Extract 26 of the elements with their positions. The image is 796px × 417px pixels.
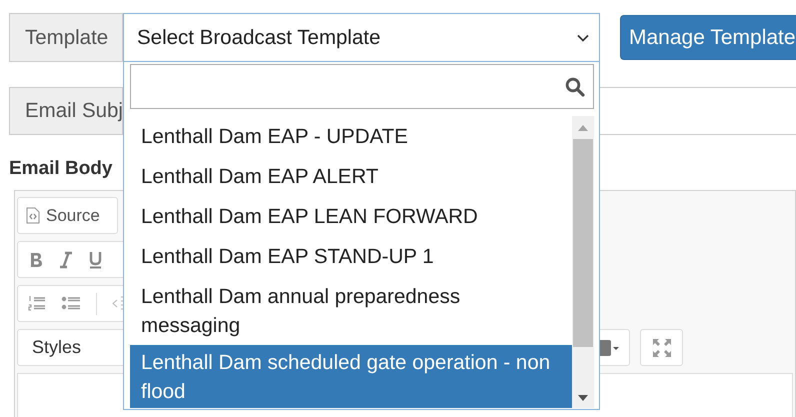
- bold-icon[interactable]: [28, 250, 44, 268]
- source-code-icon: [26, 207, 40, 224]
- search-icon: [565, 76, 585, 96]
- italic-icon[interactable]: [59, 250, 73, 268]
- search-field[interactable]: [130, 64, 594, 109]
- template-select[interactable]: Select Broadcast Template: [123, 13, 600, 62]
- manage-templates-button[interactable]: Manage Template: [620, 15, 796, 60]
- template-option[interactable]: Lenthall Dam scheduled gate operation - non flood: [130, 345, 572, 408]
- scroll-up-icon[interactable]: [578, 125, 588, 131]
- maximize-button[interactable]: [640, 329, 683, 366]
- template-option[interactable]: Lenthall Dam EAP STAND-UP 1: [130, 236, 572, 276]
- numbered-list-icon[interactable]: [28, 295, 46, 312]
- maximize-icon: [652, 338, 672, 358]
- template-option[interactable]: Lenthall Dam EAP LEAN FORWARD: [130, 196, 572, 236]
- scroll-down-icon[interactable]: [578, 395, 588, 401]
- bullet-list-icon[interactable]: [61, 295, 81, 312]
- field-label: Email Subj: [9, 87, 123, 135]
- underline-icon[interactable]: [88, 250, 103, 268]
- field-label: Email Body: [9, 158, 112, 180]
- template-option[interactable]: Lenthall Dam annual preparedness messaging: [130, 276, 572, 345]
- source-button[interactable]: Source: [17, 197, 118, 234]
- template-option[interactable]: Lenthall Dam EAP - UPDATE: [130, 116, 572, 156]
- chevron-down-icon: [577, 34, 589, 42]
- field-label: Template: [9, 13, 123, 62]
- template-option[interactable]: Lenthall Dam EAP ALERT: [130, 156, 572, 196]
- scrollbar[interactable]: [572, 116, 594, 408]
